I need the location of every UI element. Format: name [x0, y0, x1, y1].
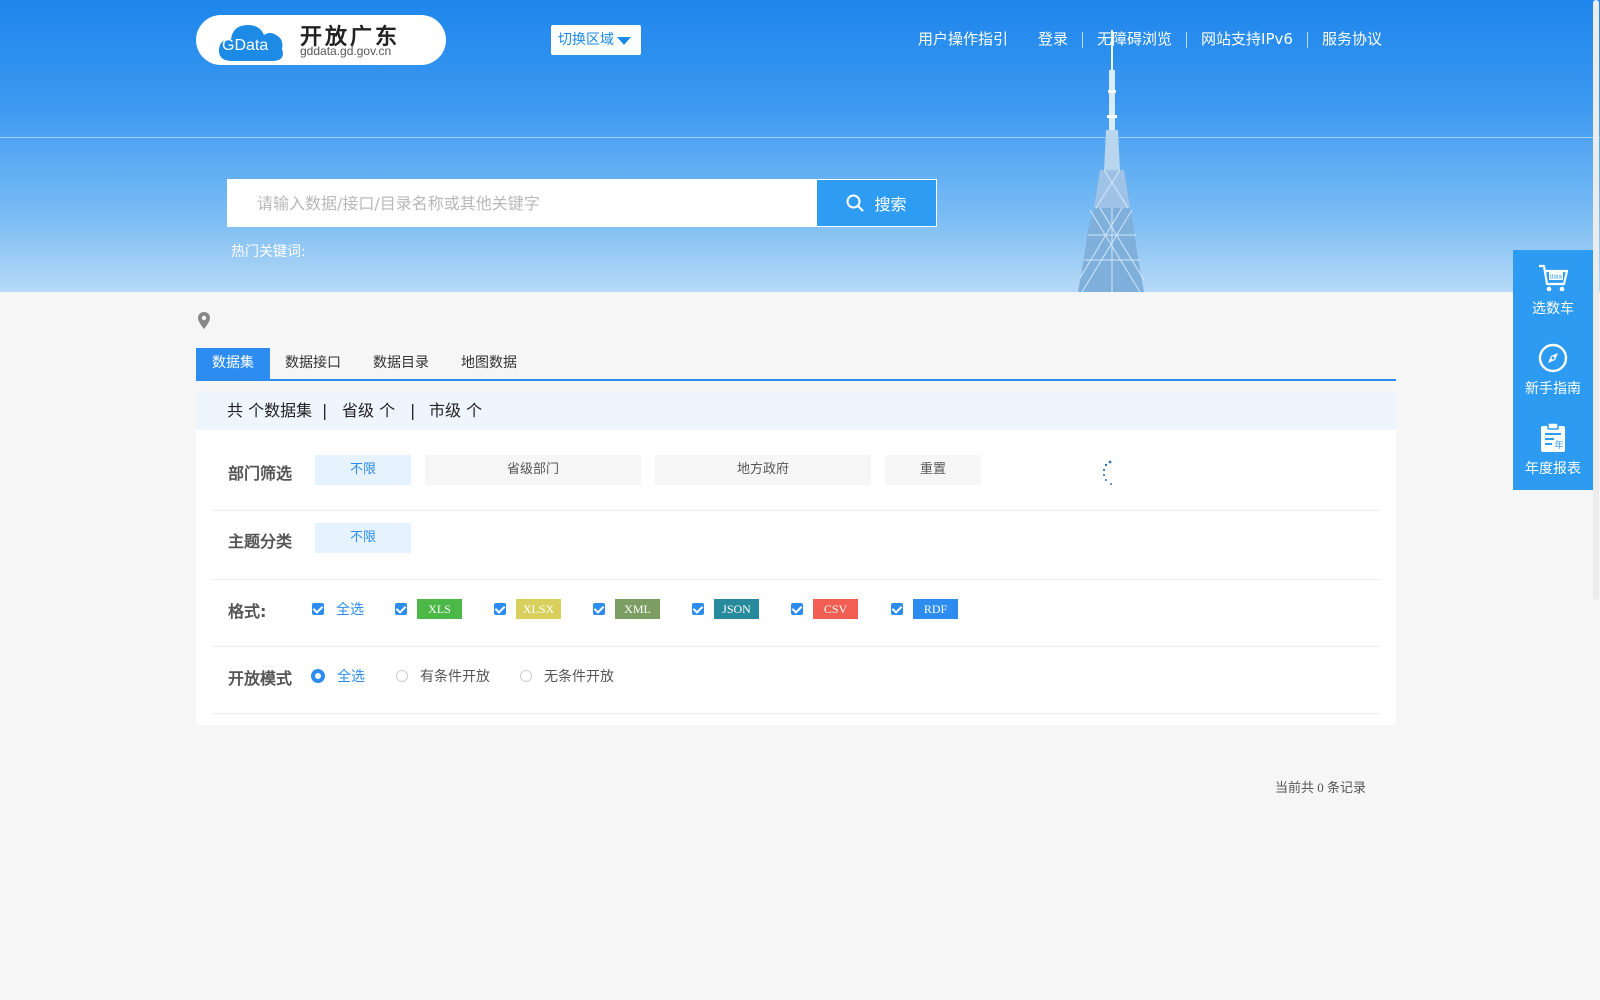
open-mode-all-label: 全选 [337, 669, 365, 685]
banner-divider [0, 137, 1600, 138]
top-nav: 用户操作指引 登录 无障碍浏览 网站支持IPv6 服务协议 [918, 28, 1382, 49]
topic-filter-label: 主题分类 [228, 532, 293, 551]
open-mode-unconditional[interactable]: 无条件开放 [520, 665, 614, 687]
checkbox-checked-icon [791, 603, 803, 615]
float-beginner-guide-label: 新手指南 [1525, 381, 1581, 397]
open-mode-options: 全选 有条件开放 无条件开放 [212, 665, 1380, 687]
tab-datasets[interactable]: 数据集 [196, 348, 270, 379]
float-annual-report[interactable]: 年 年度报表 [1513, 410, 1593, 490]
format-select-all[interactable]: 全选 [312, 598, 364, 620]
caret-down-icon [617, 37, 631, 45]
format-option-rdf[interactable]: RDF [891, 598, 958, 620]
loading-spinner-icon [1102, 460, 1112, 485]
site-logo[interactable]: GData 开放广东 gddata.gd.gov.cn [196, 15, 446, 65]
page-scrollbar[interactable] [1593, 0, 1599, 600]
nav-service-agreement[interactable]: 服务协议 [1322, 28, 1382, 49]
format-option-csv[interactable]: CSV [791, 598, 858, 620]
float-annual-report-label: 年度报表 [1525, 461, 1581, 477]
format-filter-row: 格式: 全选 XLS XLSX XML JSON CSV RDF [212, 580, 1380, 647]
svg-text:data: data [1550, 275, 1562, 281]
topic-option-unlimited[interactable]: 不限 [315, 523, 411, 553]
summary-city: 市级 个 [429, 401, 483, 420]
format-option-xml[interactable]: XML [593, 598, 660, 620]
nav-user-guide[interactable]: 用户操作指引 [918, 28, 1008, 49]
nav-separator [1186, 31, 1188, 48]
department-option-local-gov[interactable]: 地方政府 [655, 455, 871, 485]
site-domain: gddata.gd.gov.cn [300, 44, 392, 58]
logo-gdata-text: GData [222, 37, 269, 54]
annual-report-icon: 年 [1541, 422, 1565, 452]
open-mode-unconditional-label: 无条件开放 [544, 669, 614, 685]
float-beginner-guide[interactable]: 新手指南 [1513, 330, 1593, 410]
format-tag-xls: XLS [417, 599, 462, 619]
checkbox-checked-icon [593, 603, 605, 615]
department-option-provincial[interactable]: 省级部门 [425, 455, 641, 485]
float-data-cart-label: 选数车 [1532, 301, 1574, 317]
nav-accessibility[interactable]: 无障碍浏览 [1097, 28, 1172, 49]
open-mode-conditional-label: 有条件开放 [420, 669, 490, 685]
radio-unselected-icon [520, 670, 532, 682]
tab-data-apis[interactable]: 数据接口 [276, 348, 350, 379]
format-option-xlsx[interactable]: XLSX [494, 598, 561, 620]
compass-icon [1538, 343, 1568, 373]
open-mode-all[interactable]: 全选 [311, 665, 365, 687]
search-icon [846, 194, 864, 212]
region-switch-button[interactable]: 切换区域 [551, 25, 641, 55]
nav-login[interactable]: 登录 [1038, 28, 1068, 49]
search-button[interactable]: 搜索 [816, 179, 937, 227]
format-tag-json: JSON [714, 599, 759, 619]
side-float-panel: data 选数车 新手指南 年 年度报表 [1513, 250, 1593, 490]
summary-province: 省级 个 [342, 401, 396, 420]
summary-separator: | [322, 401, 328, 420]
department-filter-label: 部门筛选 [228, 464, 293, 483]
format-tag-xlsx: XLSX [516, 599, 561, 619]
format-option-json[interactable]: JSON [692, 598, 759, 620]
nav-separator [1082, 31, 1084, 48]
radio-unselected-icon [396, 670, 408, 682]
hot-keywords-label: 热门关键词: [231, 244, 306, 260]
checkbox-checked-icon [692, 603, 704, 615]
checkbox-checked-icon [494, 603, 506, 615]
filter-panel: 部门筛选 不限 省级部门 地方政府 重置 主题分类 不限 格式: 全选 XLS [196, 430, 1396, 725]
format-select-all-label: 全选 [336, 602, 364, 618]
open-mode-conditional[interactable]: 有条件开放 [396, 665, 490, 687]
category-tabs: 数据集 数据接口 数据目录 地图数据 [196, 348, 1396, 381]
department-filter-row: 部门筛选 不限 省级部门 地方政府 重置 [212, 430, 1380, 511]
tab-data-catalog[interactable]: 数据目录 [364, 348, 438, 379]
format-tag-csv: CSV [813, 599, 858, 619]
nav-separator [1306, 31, 1308, 48]
checkbox-checked-icon [891, 603, 903, 615]
department-option-unlimited[interactable]: 不限 [315, 455, 411, 485]
svg-text:年: 年 [1554, 439, 1563, 451]
record-count: 当前共 0 条记录 [1275, 780, 1367, 795]
radio-selected-icon [311, 669, 325, 683]
format-tag-rdf: RDF [913, 599, 958, 619]
checkbox-checked-icon [395, 603, 407, 615]
topic-filter-row: 主题分类 不限 [212, 511, 1380, 580]
search-button-label: 搜索 [874, 195, 907, 214]
format-options: 全选 XLS XLSX XML JSON CSV RDF [212, 598, 1380, 620]
search-input[interactable] [227, 179, 818, 227]
summary-total: 共 个数据集 [227, 401, 313, 420]
location-pin-icon [198, 312, 210, 329]
region-switch-label: 切换区域 [558, 32, 614, 48]
tab-map-data[interactable]: 地图数据 [452, 348, 526, 379]
nav-ipv6[interactable]: 网站支持IPv6 [1201, 28, 1293, 49]
summary-separator: | [410, 401, 416, 420]
canton-tower-illustration [1078, 30, 1145, 292]
format-tag-xml: XML [615, 599, 660, 619]
dataset-summary-bar: 共 个数据集 | 省级 个 | 市级 个 [196, 391, 1396, 430]
float-data-cart[interactable]: data 选数车 [1513, 250, 1593, 330]
department-reset-button[interactable]: 重置 [885, 455, 981, 485]
data-cart-icon: data [1539, 264, 1569, 292]
checkbox-checked-icon [312, 603, 324, 615]
format-option-xls[interactable]: XLS [395, 598, 462, 620]
header-banner: GData 开放广东 gddata.gd.gov.cn 切换区域 用户操作指引 登… [0, 0, 1600, 292]
open-mode-filter-row: 开放模式 全选 有条件开放 无条件开放 [212, 647, 1380, 714]
